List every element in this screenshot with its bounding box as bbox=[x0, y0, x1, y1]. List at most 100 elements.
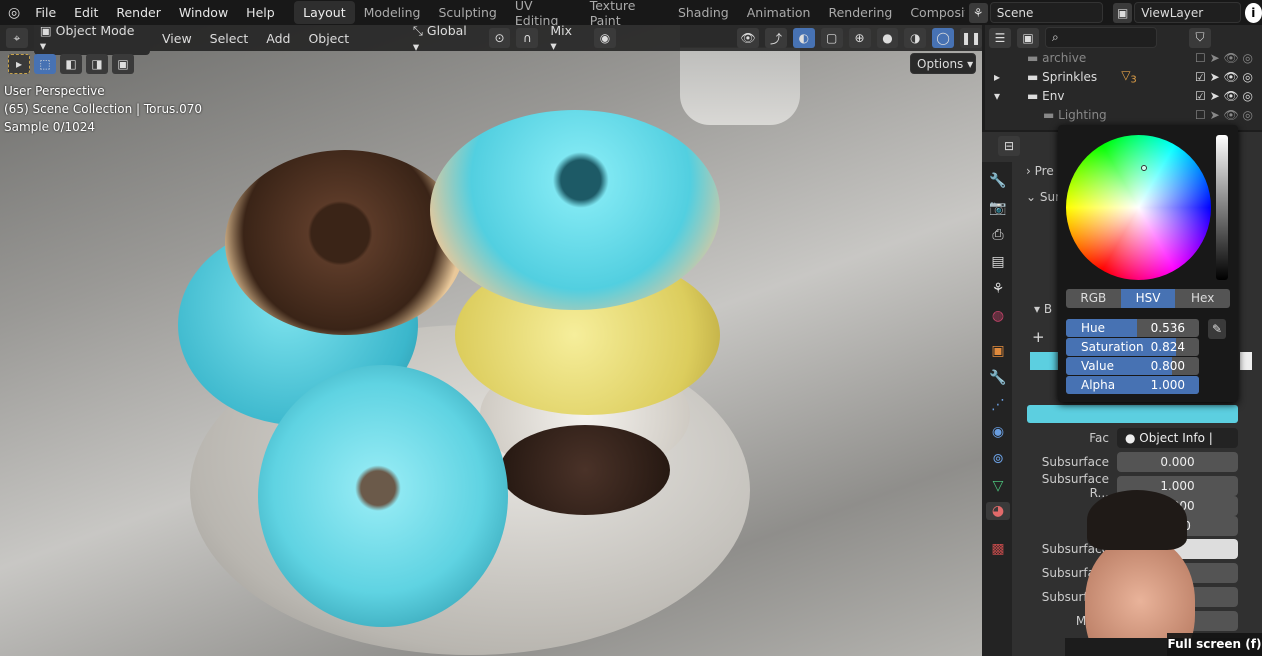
scene-icon[interactable]: ⚘ bbox=[968, 2, 988, 23]
proportional-edit-icon[interactable]: ◉ bbox=[594, 28, 616, 48]
menu-edit[interactable]: Edit bbox=[65, 5, 107, 20]
prop-input[interactable]: 0.000 bbox=[1117, 452, 1238, 472]
value-slider[interactable] bbox=[1216, 135, 1228, 280]
outliner-item[interactable]: ▸ ▬ Sprinkles ▽3 ☑ ➤ 👁 ◎ bbox=[985, 67, 1262, 86]
outliner-search[interactable]: ⌕ bbox=[1045, 27, 1157, 48]
particles-tab-icon[interactable]: ⋰ bbox=[989, 396, 1007, 414]
blender-logo-icon[interactable]: ◎ bbox=[0, 5, 26, 21]
row-toggles[interactable]: ☑ ➤ 👁 ◎ bbox=[1195, 70, 1253, 84]
modifier-tab-icon[interactable]: 🔧 bbox=[989, 369, 1007, 387]
data-tab-icon[interactable]: ▽ bbox=[989, 477, 1007, 495]
color-ramp-end[interactable] bbox=[1240, 352, 1252, 370]
scene-tab-icon[interactable]: ⚘ bbox=[989, 280, 1007, 298]
select-extend-icon[interactable]: ◧ bbox=[60, 54, 82, 74]
select-subtract-icon[interactable]: ◨ bbox=[86, 54, 108, 74]
world-tab-icon[interactable]: ◍ bbox=[989, 307, 1007, 325]
wireframe-shading-icon[interactable]: ⊕ bbox=[848, 28, 871, 48]
picker-field-value[interactable]: Value 0.800 bbox=[1066, 357, 1199, 375]
row-toggles[interactable]: ☑ ➤ 👁 ◎ bbox=[1195, 89, 1253, 103]
panel-preview[interactable]: › Pre bbox=[1026, 164, 1054, 178]
orientation-dropdown[interactable]: ⤡ Global ▾ bbox=[407, 25, 483, 56]
eyedropper-icon[interactable]: ✎ bbox=[1208, 319, 1226, 339]
picker-field-saturation[interactable]: Saturation 0.824 bbox=[1066, 338, 1199, 356]
editor-type-icon[interactable]: ⌖ bbox=[6, 28, 28, 48]
tab-hsv[interactable]: HSV bbox=[1120, 289, 1176, 308]
solid-shading-icon[interactable]: ● bbox=[876, 28, 899, 48]
item-name: Env bbox=[1042, 88, 1065, 103]
pause-icon[interactable]: ❚❚ bbox=[960, 28, 982, 48]
material-tab-icon[interactable]: ◕ bbox=[986, 502, 1010, 520]
menu-file[interactable]: File bbox=[26, 5, 65, 20]
3d-viewport[interactable]: ⌖ ▣ Object Mode ▾ View Select Add Object… bbox=[0, 25, 982, 656]
add-stop-icon[interactable]: + bbox=[1032, 328, 1045, 346]
outliner-item[interactable]: ▬ Lighting ☐ ➤ 👁 ◎ bbox=[985, 105, 1262, 124]
mesh-count-icon: ▽3 bbox=[1121, 67, 1137, 86]
tab-sculpting[interactable]: Sculpting bbox=[430, 1, 506, 24]
snap-dropdown[interactable]: Mix ▾ bbox=[544, 25, 588, 55]
prop-row: Subsurface 0.000 bbox=[1027, 452, 1238, 472]
view-layer-tab-icon[interactable]: ▤ bbox=[989, 253, 1007, 271]
menu-select[interactable]: Select bbox=[204, 29, 255, 48]
pivot-icon[interactable]: ⊙ bbox=[488, 28, 511, 48]
output-tab-icon[interactable]: ⎙ bbox=[989, 226, 1007, 244]
tab-animation[interactable]: Animation bbox=[738, 1, 820, 24]
color-wheel-cursor[interactable] bbox=[1141, 165, 1147, 171]
rendered-shading-icon[interactable]: ◯ bbox=[932, 28, 955, 48]
options-dropdown[interactable]: Options ▾ bbox=[910, 53, 976, 74]
row-toggles[interactable]: ☐ ➤ 👁 ◎ bbox=[1195, 51, 1253, 65]
tool-tab-icon[interactable]: 🔧 bbox=[989, 172, 1007, 190]
constraints-tab-icon[interactable]: ⊚ bbox=[989, 450, 1007, 468]
menu-help[interactable]: Help bbox=[237, 5, 284, 20]
physics-tab-icon[interactable]: ◉ bbox=[989, 423, 1007, 441]
xray-icon[interactable]: ▢ bbox=[820, 28, 843, 48]
color-ramp-stop[interactable] bbox=[1030, 352, 1060, 370]
menu-view[interactable]: View bbox=[156, 29, 198, 48]
row-toggles[interactable]: ☐ ➤ 👁 ◎ bbox=[1195, 108, 1253, 122]
prop-input[interactable]: ● Object Info | Ran... bbox=[1117, 428, 1238, 465]
filter-icon[interactable]: ⛉ bbox=[1189, 27, 1211, 48]
picker-field-alpha[interactable]: Alpha 1.000 bbox=[1066, 376, 1199, 394]
display-mode-icon[interactable]: ☰ bbox=[989, 27, 1011, 48]
tab-rendering[interactable]: Rendering bbox=[819, 1, 901, 24]
base-color-swatch[interactable] bbox=[1027, 405, 1238, 423]
object-tab-icon[interactable]: ▣ bbox=[989, 342, 1007, 360]
panel-base-color[interactable]: ▾ B bbox=[1034, 302, 1052, 316]
collapse-icon[interactable]: ▾ bbox=[985, 89, 1009, 103]
color-wheel[interactable] bbox=[1066, 135, 1211, 280]
info-icon[interactable]: i bbox=[1244, 2, 1262, 23]
mode-dropdown[interactable]: ▣ Object Mode ▾ bbox=[33, 25, 150, 55]
texture-tab-icon[interactable]: ▩ bbox=[989, 540, 1007, 558]
snap-icon[interactable]: ∩ bbox=[516, 28, 539, 48]
menu-window[interactable]: Window bbox=[170, 5, 237, 20]
field-value: 1.000 bbox=[1150, 378, 1185, 392]
properties-editor-type-icon[interactable]: ⊟ bbox=[998, 136, 1020, 156]
view-layer-icon[interactable]: ▣ bbox=[1113, 2, 1133, 23]
visibility-icon[interactable]: 👁 bbox=[737, 28, 760, 48]
picker-field-hue[interactable]: Hue 0.536 bbox=[1066, 319, 1199, 337]
menu-render[interactable]: Render bbox=[107, 5, 170, 20]
overlays-icon[interactable]: ◐ bbox=[792, 28, 815, 48]
color-mode-tabs: RGB HSV Hex bbox=[1066, 289, 1230, 308]
panel-surface[interactable]: ⌄ Sur bbox=[1026, 190, 1060, 204]
panel-base-label: B bbox=[1043, 302, 1053, 316]
select-tool-icon[interactable]: ▸ bbox=[8, 54, 30, 74]
tab-rgb[interactable]: RGB bbox=[1066, 289, 1121, 308]
expand-icon[interactable]: ▸ bbox=[985, 70, 1009, 84]
tab-hex[interactable]: Hex bbox=[1175, 289, 1230, 308]
gizmo-icon[interactable]: ⤴ bbox=[765, 28, 787, 48]
tab-compositing[interactable]: Compositin bbox=[901, 1, 964, 24]
view-layer-filter-icon[interactable]: ▣ bbox=[1017, 27, 1039, 48]
menu-object[interactable]: Object bbox=[302, 29, 355, 48]
scene-field[interactable]: Scene bbox=[989, 2, 1104, 23]
render-tab-icon[interactable]: 📷 bbox=[989, 199, 1007, 217]
tab-modeling[interactable]: Modeling bbox=[355, 1, 430, 24]
tab-layout[interactable]: Layout bbox=[294, 1, 355, 24]
material-shading-icon[interactable]: ◑ bbox=[904, 28, 927, 48]
select-new-icon[interactable]: ⬚ bbox=[34, 54, 56, 74]
outliner-item[interactable]: ▬ archive ☐ ➤ 👁 ◎ bbox=[985, 48, 1262, 67]
tab-shading[interactable]: Shading bbox=[669, 1, 738, 24]
outliner-item[interactable]: ▾ ▬ Env ☑ ➤ 👁 ◎ bbox=[985, 86, 1262, 105]
menu-add[interactable]: Add bbox=[260, 29, 296, 48]
view-layer-field[interactable]: ViewLayer bbox=[1134, 2, 1241, 23]
select-intersect-icon[interactable]: ▣ bbox=[112, 54, 134, 74]
